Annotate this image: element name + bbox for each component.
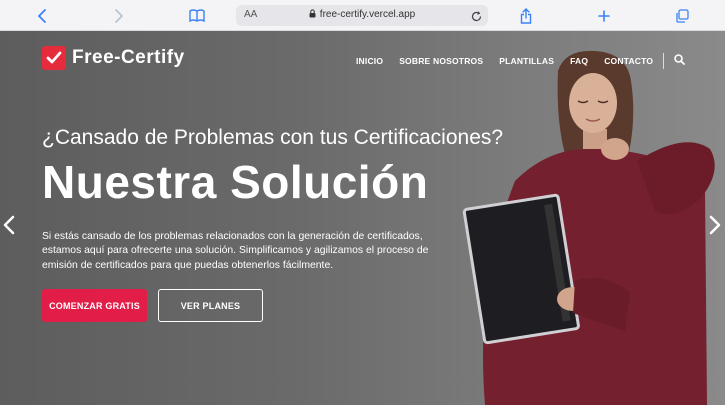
- back-icon[interactable]: [30, 0, 54, 31]
- check-icon: [42, 46, 66, 70]
- main-nav: INICIO SOBRE NOSOTROS PLANTILLAS FAQ CON…: [356, 52, 686, 70]
- bookmarks-icon[interactable]: [185, 0, 209, 31]
- next-slide-icon[interactable]: [708, 214, 722, 241]
- address-bar[interactable]: AA free-certify.vercel.app: [236, 5, 488, 26]
- view-plans-button[interactable]: VER PLANES: [158, 289, 263, 322]
- lock-icon: [309, 9, 316, 21]
- nav-sobre-nosotros[interactable]: SOBRE NOSOTROS: [399, 56, 483, 66]
- tabs-icon[interactable]: [670, 0, 694, 31]
- prev-slide-icon[interactable]: [2, 214, 16, 241]
- forward-icon[interactable]: [107, 0, 131, 31]
- hero-image: [462, 50, 715, 405]
- url-text: free-certify.vercel.app: [319, 9, 416, 20]
- nav-faq[interactable]: FAQ: [570, 56, 588, 66]
- logo-text: Free-Certify: [72, 47, 185, 68]
- nav-inicio[interactable]: INICIO: [356, 56, 383, 66]
- nav-plantillas[interactable]: PLANTILLAS: [499, 56, 554, 66]
- start-free-button[interactable]: COMENZAR GRATIS: [42, 289, 147, 322]
- new-tab-icon[interactable]: [592, 0, 616, 31]
- browser-toolbar: AA free-certify.vercel.app: [0, 0, 725, 31]
- search-icon[interactable]: [674, 52, 686, 70]
- site-logo[interactable]: Free-Certify: [42, 46, 185, 70]
- reload-icon[interactable]: [471, 9, 482, 27]
- hero-section: Free-Certify INICIO SOBRE NOSOTROS PLANT…: [0, 31, 725, 405]
- nav-divider: [663, 53, 665, 69]
- hero-title: Nuestra Solución: [42, 156, 429, 208]
- nav-contacto[interactable]: CONTACTO: [604, 56, 653, 66]
- hero-subtitle: ¿Cansado de Problemas con tus Certificac…: [42, 126, 504, 149]
- share-icon[interactable]: [514, 0, 538, 31]
- hero-description: Si estás cansado de los problemas relaci…: [42, 231, 429, 271]
